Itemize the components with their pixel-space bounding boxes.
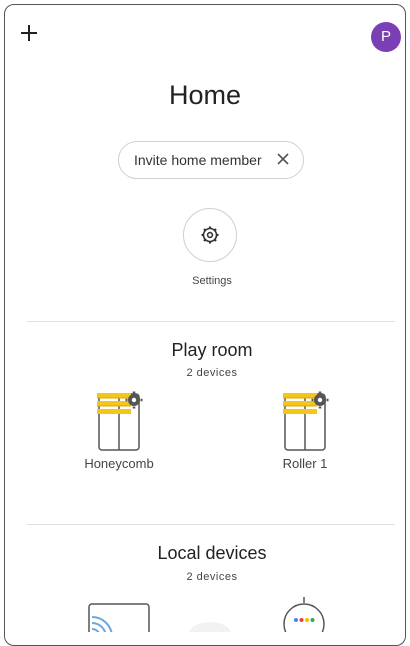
- window-blind-icon: [97, 391, 143, 451]
- window-blind-icon: [283, 391, 329, 451]
- smart-speaker-icon[interactable]: [282, 596, 326, 632]
- divider: [27, 524, 395, 525]
- device-roller-1[interactable]: Roller 1: [256, 390, 354, 471]
- cast-device-icon[interactable]: [88, 603, 150, 632]
- add-button[interactable]: [18, 22, 40, 44]
- device-label: Honeycomb: [84, 456, 154, 471]
- device-icon[interactable]: [188, 620, 232, 632]
- page-title: Home: [168, 80, 242, 110]
- invite-label: Invite home member: [134, 152, 262, 168]
- device-honeycomb[interactable]: Honeycomb: [70, 390, 168, 471]
- close-icon[interactable]: [277, 150, 289, 170]
- avatar[interactable]: P: [371, 22, 401, 52]
- divider: [27, 321, 395, 322]
- settings-label: Settings: [192, 275, 232, 287]
- plus-icon: [21, 25, 37, 41]
- device-label: Roller 1: [282, 456, 328, 471]
- room-title: Play room: [171, 340, 253, 360]
- local-device-count: 2 devices: [186, 571, 238, 583]
- room-device-count: 2 devices: [186, 367, 238, 379]
- gear-icon: [201, 226, 219, 244]
- settings-button[interactable]: [183, 208, 237, 262]
- local-devices-title: Local devices: [157, 543, 267, 563]
- invite-home-member-chip[interactable]: Invite home member: [118, 141, 304, 179]
